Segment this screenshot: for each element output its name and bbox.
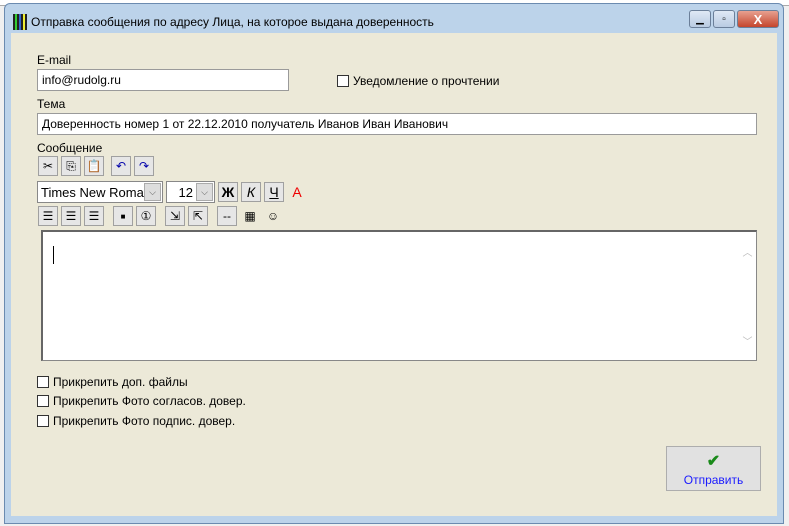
dialog-window: Отправка сообщения по адресу Лица, на ко… <box>4 3 784 524</box>
scroll-down-icon[interactable]: ﹀ <box>743 333 753 348</box>
copy-icon[interactable]: ⎘ <box>61 156 81 176</box>
paste-icon[interactable]: 📋 <box>84 156 104 176</box>
font-select[interactable]: Times New Roman ⌵ <box>37 181 163 203</box>
align-right-icon[interactable]: ☰ <box>84 206 104 226</box>
vertical-scrollbar[interactable]: ︿ ﹀ <box>739 232 756 360</box>
italic-button[interactable]: К <box>241 182 261 202</box>
checkmark-icon: ✔ <box>706 452 721 470</box>
chevron-down-icon[interactable]: ⌵ <box>196 183 213 201</box>
attach-files-checkbox[interactable]: Прикрепить доп. файлы <box>37 375 188 389</box>
cut-icon[interactable]: ✂ <box>38 156 58 176</box>
font-value: Times New Roman <box>41 184 146 200</box>
attach-label: Прикрепить Фото подпис. довер. <box>53 414 236 428</box>
read-receipt-label: Уведомление о прочтении <box>353 74 500 88</box>
text-caret <box>53 246 54 264</box>
size-value: 12 <box>178 184 193 200</box>
align-center-icon[interactable]: ☰ <box>61 206 81 226</box>
underline-button[interactable]: Ч <box>264 182 284 202</box>
client-area: E-mail info@rudolg.ru Уведомление о проч… <box>11 33 777 516</box>
attach-approval-photo-checkbox[interactable]: Прикрепить Фото согласов. довер. <box>37 394 246 408</box>
checkbox-box[interactable] <box>337 75 349 87</box>
minimize-button[interactable]: ▁ <box>689 10 711 28</box>
numbered-list-button[interactable]: ① <box>136 206 156 226</box>
size-select[interactable]: 12 ⌵ <box>166 181 215 203</box>
read-receipt-checkbox[interactable]: Уведомление о прочтении <box>337 74 499 88</box>
window-title: Отправка сообщения по адресу Лица, на ко… <box>31 15 434 29</box>
outdent-icon[interactable]: ⇱ <box>188 206 208 226</box>
subject-label: Тема <box>37 97 66 111</box>
checkbox-box[interactable] <box>37 376 49 388</box>
horizontal-rule-button[interactable]: -- <box>217 206 237 226</box>
send-button[interactable]: ✔ Отправить <box>666 446 761 491</box>
indent-icon[interactable]: ⇲ <box>165 206 185 226</box>
scroll-up-icon[interactable]: ︿ <box>743 244 753 259</box>
checkbox-box[interactable] <box>37 395 49 407</box>
redo-icon[interactable]: ↷ <box>134 156 154 176</box>
maximize-button[interactable]: ▫ <box>713 10 735 28</box>
app-books-icon <box>13 14 27 30</box>
bold-button[interactable]: Ж <box>218 182 238 202</box>
attach-label: Прикрепить доп. файлы <box>53 375 188 389</box>
subject-field[interactable]: Доверенность номер 1 от 22.12.2010 получ… <box>37 113 757 135</box>
align-left-icon[interactable]: ☰ <box>38 206 58 226</box>
message-label: Сообщение <box>37 141 103 155</box>
attach-signature-photo-checkbox[interactable]: Прикрепить Фото подпис. довер. <box>37 414 235 428</box>
message-editor[interactable]: ︿ ﹀ <box>41 230 757 361</box>
font-color-button[interactable]: A <box>287 182 307 202</box>
email-field[interactable]: info@rudolg.ru <box>37 69 289 91</box>
undo-icon[interactable]: ↶ <box>111 156 131 176</box>
chevron-down-icon[interactable]: ⌵ <box>144 183 161 201</box>
insert-table-icon[interactable]: ▦ <box>240 206 260 226</box>
smiley-button[interactable]: ☺ <box>263 206 283 226</box>
send-label: Отправить <box>683 472 744 487</box>
checkbox-box[interactable] <box>37 415 49 427</box>
email-label: E-mail <box>37 53 72 67</box>
bullet-list-icon[interactable]: ■ <box>113 206 133 226</box>
title-bar: Отправка сообщения по адресу Лица, на ко… <box>13 14 434 30</box>
attach-label: Прикрепить Фото согласов. довер. <box>53 394 246 408</box>
close-button[interactable]: X <box>737 10 779 28</box>
